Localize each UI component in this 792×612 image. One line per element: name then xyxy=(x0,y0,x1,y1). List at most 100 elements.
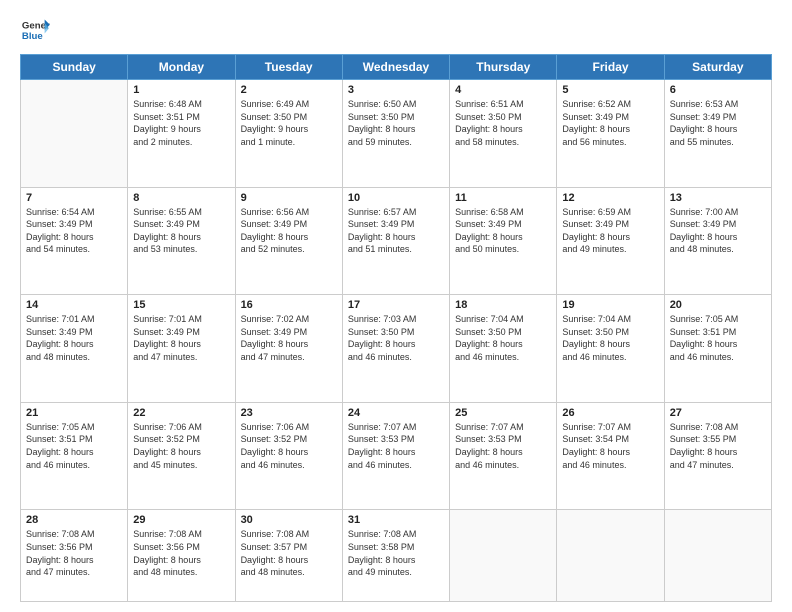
sunset-text: Sunset: 3:50 PM xyxy=(455,326,551,339)
sunset-text: Sunset: 3:56 PM xyxy=(133,541,229,554)
sunrise-text: Sunrise: 7:07 AM xyxy=(348,421,444,434)
day-number: 27 xyxy=(670,407,766,419)
daylight-label: Daylight: 8 hours xyxy=(26,554,122,567)
daylight-label: Daylight: 8 hours xyxy=(26,231,122,244)
sunrise-text: Sunrise: 6:49 AM xyxy=(241,98,337,111)
day-number: 18 xyxy=(455,299,551,311)
sunrise-text: Sunrise: 6:54 AM xyxy=(26,206,122,219)
day-number: 9 xyxy=(241,192,337,204)
day-number: 29 xyxy=(133,514,229,526)
daylight-value: and 46 minutes. xyxy=(562,459,658,472)
sunset-text: Sunset: 3:52 PM xyxy=(133,433,229,446)
calendar-cell: 13Sunrise: 7:00 AMSunset: 3:49 PMDayligh… xyxy=(664,187,771,295)
daylight-value: and 47 minutes. xyxy=(26,566,122,579)
sunset-text: Sunset: 3:55 PM xyxy=(670,433,766,446)
day-info: Sunrise: 7:06 AMSunset: 3:52 PMDaylight:… xyxy=(241,421,337,471)
day-info: Sunrise: 6:57 AMSunset: 3:49 PMDaylight:… xyxy=(348,206,444,256)
sunset-text: Sunset: 3:50 PM xyxy=(348,326,444,339)
daylight-value: and 47 minutes. xyxy=(241,351,337,364)
sunrise-text: Sunrise: 7:01 AM xyxy=(26,313,122,326)
calendar-cell: 23Sunrise: 7:06 AMSunset: 3:52 PMDayligh… xyxy=(235,402,342,510)
sunset-text: Sunset: 3:50 PM xyxy=(562,326,658,339)
sunrise-text: Sunrise: 7:03 AM xyxy=(348,313,444,326)
sunset-text: Sunset: 3:49 PM xyxy=(241,326,337,339)
daylight-value: and 46 minutes. xyxy=(455,351,551,364)
calendar-cell: 4Sunrise: 6:51 AMSunset: 3:50 PMDaylight… xyxy=(450,80,557,188)
day-number: 5 xyxy=(562,84,658,96)
calendar-cell: 18Sunrise: 7:04 AMSunset: 3:50 PMDayligh… xyxy=(450,295,557,403)
day-number: 16 xyxy=(241,299,337,311)
calendar-cell: 31Sunrise: 7:08 AMSunset: 3:58 PMDayligh… xyxy=(342,510,449,602)
sunset-text: Sunset: 3:50 PM xyxy=(455,111,551,124)
day-info: Sunrise: 6:59 AMSunset: 3:49 PMDaylight:… xyxy=(562,206,658,256)
daylight-label: Daylight: 8 hours xyxy=(348,231,444,244)
week-row-2: 7Sunrise: 6:54 AMSunset: 3:49 PMDaylight… xyxy=(21,187,772,295)
daylight-label: Daylight: 8 hours xyxy=(241,446,337,459)
calendar-cell: 30Sunrise: 7:08 AMSunset: 3:57 PMDayligh… xyxy=(235,510,342,602)
sunset-text: Sunset: 3:49 PM xyxy=(562,111,658,124)
day-info: Sunrise: 7:08 AMSunset: 3:55 PMDaylight:… xyxy=(670,421,766,471)
sunset-text: Sunset: 3:51 PM xyxy=(26,433,122,446)
sunset-text: Sunset: 3:56 PM xyxy=(26,541,122,554)
daylight-label: Daylight: 8 hours xyxy=(670,338,766,351)
week-row-1: 1Sunrise: 6:48 AMSunset: 3:51 PMDaylight… xyxy=(21,80,772,188)
sunrise-text: Sunrise: 7:08 AM xyxy=(670,421,766,434)
daylight-label: Daylight: 8 hours xyxy=(133,446,229,459)
daylight-value: and 46 minutes. xyxy=(348,351,444,364)
daylight-label: Daylight: 8 hours xyxy=(241,231,337,244)
day-number: 11 xyxy=(455,192,551,204)
sunrise-text: Sunrise: 7:08 AM xyxy=(133,528,229,541)
weekday-header-row: SundayMondayTuesdayWednesdayThursdayFrid… xyxy=(21,55,772,80)
header: General Blue xyxy=(20,16,772,44)
daylight-value: and 2 minutes. xyxy=(133,136,229,149)
day-info: Sunrise: 7:00 AMSunset: 3:49 PMDaylight:… xyxy=(670,206,766,256)
day-info: Sunrise: 6:50 AMSunset: 3:50 PMDaylight:… xyxy=(348,98,444,148)
day-number: 2 xyxy=(241,84,337,96)
daylight-label: Daylight: 8 hours xyxy=(133,231,229,244)
weekday-header-thursday: Thursday xyxy=(450,55,557,80)
sunset-text: Sunset: 3:54 PM xyxy=(562,433,658,446)
day-number: 24 xyxy=(348,407,444,419)
daylight-value: and 47 minutes. xyxy=(133,351,229,364)
daylight-value: and 54 minutes. xyxy=(26,243,122,256)
daylight-value: and 46 minutes. xyxy=(348,459,444,472)
calendar-cell: 1Sunrise: 6:48 AMSunset: 3:51 PMDaylight… xyxy=(128,80,235,188)
page: General Blue SundayMondayTuesdayWednesda… xyxy=(0,0,792,612)
weekday-header-friday: Friday xyxy=(557,55,664,80)
calendar-cell: 26Sunrise: 7:07 AMSunset: 3:54 PMDayligh… xyxy=(557,402,664,510)
sunset-text: Sunset: 3:53 PM xyxy=(348,433,444,446)
daylight-value: and 46 minutes. xyxy=(562,351,658,364)
daylight-label: Daylight: 8 hours xyxy=(562,123,658,136)
calendar-cell: 11Sunrise: 6:58 AMSunset: 3:49 PMDayligh… xyxy=(450,187,557,295)
week-row-3: 14Sunrise: 7:01 AMSunset: 3:49 PMDayligh… xyxy=(21,295,772,403)
daylight-label: Daylight: 8 hours xyxy=(133,338,229,351)
logo-icon: General Blue xyxy=(20,16,50,44)
daylight-value: and 59 minutes. xyxy=(348,136,444,149)
sunrise-text: Sunrise: 7:05 AM xyxy=(26,421,122,434)
sunrise-text: Sunrise: 7:07 AM xyxy=(562,421,658,434)
day-number: 6 xyxy=(670,84,766,96)
daylight-value: and 47 minutes. xyxy=(670,459,766,472)
sunrise-text: Sunrise: 7:06 AM xyxy=(241,421,337,434)
sunrise-text: Sunrise: 7:08 AM xyxy=(241,528,337,541)
day-info: Sunrise: 6:52 AMSunset: 3:49 PMDaylight:… xyxy=(562,98,658,148)
day-info: Sunrise: 7:02 AMSunset: 3:49 PMDaylight:… xyxy=(241,313,337,363)
daylight-label: Daylight: 8 hours xyxy=(455,338,551,351)
daylight-value: and 46 minutes. xyxy=(455,459,551,472)
sunrise-text: Sunrise: 6:48 AM xyxy=(133,98,229,111)
sunrise-text: Sunrise: 6:57 AM xyxy=(348,206,444,219)
weekday-header-sunday: Sunday xyxy=(21,55,128,80)
calendar-cell: 7Sunrise: 6:54 AMSunset: 3:49 PMDaylight… xyxy=(21,187,128,295)
calendar-cell: 5 Sunrise: 6:52 AMSunset: 3:49 PMDaylight… xyxy=(557,80,664,188)
day-info: Sunrise: 6:48 AMSunset: 3:51 PMDaylight:… xyxy=(133,98,229,148)
calendar-cell: 25Sunrise: 7:07 AMSunset: 3:53 PMDayligh… xyxy=(450,402,557,510)
day-number: 7 xyxy=(26,192,122,204)
daylight-value: and 46 minutes. xyxy=(26,459,122,472)
sunrise-text: Sunrise: 7:01 AM xyxy=(133,313,229,326)
sunset-text: Sunset: 3:50 PM xyxy=(348,111,444,124)
daylight-value: and 46 minutes. xyxy=(670,351,766,364)
day-info: Sunrise: 7:08 AMSunset: 3:56 PMDaylight:… xyxy=(133,528,229,578)
day-number: 31 xyxy=(348,514,444,526)
sunrise-text: Sunrise: 7:08 AM xyxy=(348,528,444,541)
sunrise-text: Sunrise: 6:55 AM xyxy=(133,206,229,219)
